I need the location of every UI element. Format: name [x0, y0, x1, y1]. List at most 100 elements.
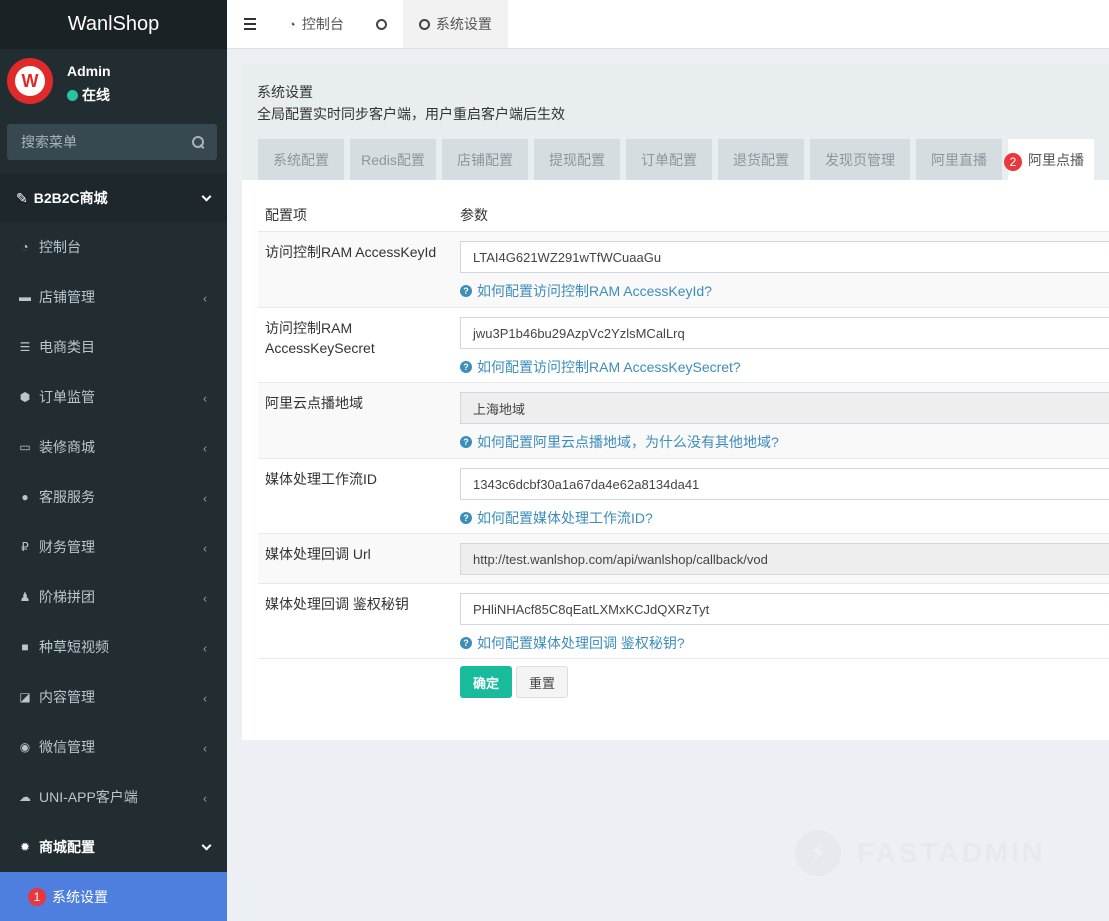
form-field-input[interactable]: http://test.wanlshop.com/api/wanlshop/ca…: [460, 543, 1109, 575]
question-circle-icon: ?: [460, 512, 472, 524]
sidebar-item-label: 内容管理: [39, 689, 95, 705]
dashboard-icon: ◔: [288, 16, 296, 32]
sidebar-item[interactable]: ● 客服服务 ‹: [0, 472, 227, 522]
menu-search-input[interactable]: 搜索菜单: [7, 124, 217, 160]
config-tab[interactable]: Redis配置: [350, 139, 436, 180]
help-link-text: 如何配置媒体处理回调 鉴权秘钥?: [477, 635, 685, 651]
list-icon: ☰: [19, 340, 31, 354]
sidebar-item[interactable]: ▭ 装修商城 ‹: [0, 422, 227, 472]
sidebar-item[interactable]: ◉ 微信管理 ‹: [0, 722, 227, 772]
cloud-icon: ☁: [19, 790, 31, 804]
config-tab[interactable]: 阿里直播: [916, 139, 1002, 180]
sidebar-item-label: 店铺管理: [39, 289, 95, 305]
sidebar-group-mall-config[interactable]: ✹ 商城配置: [0, 822, 227, 872]
sidebar-item-label: 电商类目: [39, 339, 95, 355]
sidebar-item[interactable]: ▬ 店铺管理 ‹: [0, 272, 227, 322]
tab-dashboard[interactable]: ◔ 控制台: [272, 0, 360, 48]
sidebar-item-label: 订单监管: [39, 389, 95, 405]
comments-icon: ●: [21, 490, 29, 504]
hamburger-menu-icon[interactable]: [227, 0, 272, 48]
chevron-left-icon: ‹: [203, 541, 207, 556]
sidebar-item-label: 微信管理: [39, 739, 95, 755]
page-subtitle: 全局配置实时同步客户端，用户重启客户端后生效: [257, 106, 565, 122]
form-field-input[interactable]: 上海地域: [460, 392, 1109, 424]
form-row: 媒体处理工作流ID 1343c6dcbf30a1a67da4e62a8134da4…: [258, 458, 1109, 533]
config-tab[interactable]: 提现配置: [534, 139, 620, 180]
sidebar-item-label: 种草短视频: [39, 639, 109, 655]
sidebar-item[interactable]: ☁ UNI-APP客户端 ‹: [0, 772, 227, 822]
config-tab-label: 订单配置: [641, 151, 697, 168]
top-nav: ◔ 控制台 系统设置: [227, 0, 1109, 49]
form-field-input[interactable]: 1343c6dcbf30a1a67da4e62a8134da41: [460, 468, 1109, 500]
form-row: 访问控制RAM AccessKeySecret jwu3P1b46bu29AzpV…: [258, 307, 1109, 382]
tab-blank[interactable]: [360, 0, 403, 48]
sidebar-item-system-settings[interactable]: 1 系统设置: [0, 872, 227, 921]
config-tab-label: 阿里直播: [931, 151, 987, 168]
config-tab[interactable]: 店铺配置: [442, 139, 528, 180]
config-tab-label: 系统配置: [273, 151, 329, 168]
sidebar-item[interactable]: ♟ 阶梯拼团 ‹: [0, 572, 227, 622]
sidebar-item-label: 阶梯拼团: [39, 589, 95, 605]
config-tab[interactable]: 发现页管理: [810, 139, 910, 180]
config-tab[interactable]: 系统配置: [258, 139, 344, 180]
online-dot-icon: [67, 89, 78, 101]
help-link-text: 如何配置访问控制RAM AccessKeyId?: [477, 283, 712, 299]
help-link[interactable]: ? 如何配置媒体处理回调 鉴权秘钥?: [460, 633, 685, 653]
menu-search-placeholder: 搜索菜单: [21, 134, 77, 150]
sidebar-item[interactable]: ☰ 电商类目: [0, 322, 227, 372]
chevron-left-icon: ‹: [203, 391, 207, 406]
config-tab[interactable]: 订单配置: [626, 139, 712, 180]
form-row-label: 媒体处理回调 鉴权秘钥: [265, 596, 409, 612]
form-field-input[interactable]: LTAI4G621WZ291wTfWCuaaGu: [460, 241, 1109, 273]
confirm-button[interactable]: 确定: [460, 666, 512, 698]
sidebar-item[interactable]: ◔ 控制台: [0, 222, 227, 272]
gear-icon: ✹: [19, 840, 31, 854]
form-field-input[interactable]: jwu3P1b46bu29AzpVc2YzlsMCalLrq: [460, 317, 1109, 349]
wanlshop-logo-icon: W: [15, 66, 45, 96]
form-row: 媒体处理回调 Url http://test.wanlshop.com/api/w…: [258, 533, 1109, 583]
users-icon: ♟: [19, 590, 31, 604]
form-row: 媒体处理回调 鉴权秘钥 PHliNHAcf85C8qEatLXMxKCJdQXRz…: [258, 583, 1109, 658]
search-icon[interactable]: [192, 135, 205, 149]
config-tab-label: 提现配置: [549, 151, 605, 168]
help-link-text: 如何配置媒体处理工作流ID?: [477, 510, 653, 526]
chevron-down-icon: [201, 191, 212, 202]
help-link[interactable]: ? 如何配置阿里云点播地域，为什么没有其他地域?: [460, 432, 779, 452]
help-link-text: 如何配置阿里云点播地域，为什么没有其他地域?: [477, 434, 779, 450]
sidebar-item[interactable]: ⬢ 订单监管 ‹: [0, 372, 227, 422]
sidebar-item[interactable]: ₽ 财务管理 ‹: [0, 522, 227, 572]
ruble-icon: ₽: [21, 540, 29, 554]
watermark: ⚡ FASTADMIN: [795, 830, 1045, 876]
help-link[interactable]: ? 如何配置访问控制RAM AccessKeySecret?: [460, 357, 741, 377]
chevron-left-icon: ‹: [203, 791, 207, 806]
config-tab[interactable]: 退货配置: [718, 139, 804, 180]
wechat-icon: ◉: [19, 740, 31, 754]
settings-panel: 系统设置 全局配置实时同步客户端，用户重启客户端后生效 系统配置 Redis配置 店…: [242, 64, 1109, 740]
help-link-text: 如何配置访问控制RAM AccessKeySecret?: [477, 359, 741, 375]
user-panel: W Admin 在线: [0, 49, 227, 115]
user-status: 在线: [67, 85, 110, 105]
sidebar-section-b2b2c[interactable]: ✎ B2B2C商城: [0, 174, 227, 222]
form-row-label: 访问控制RAM AccessKeyId: [265, 244, 437, 260]
form-field-input[interactable]: PHliNHAcf85C8qEatLXMxKCJdQXRzTyt: [460, 593, 1109, 625]
brand-logo[interactable]: WanlShop: [0, 0, 227, 49]
form-row-label: 媒体处理回调 Url: [265, 546, 371, 562]
help-link[interactable]: ? 如何配置访问控制RAM AccessKeyId?: [460, 281, 712, 301]
config-tab-label: Redis配置: [361, 151, 425, 168]
chevron-left-icon: ‹: [203, 691, 207, 706]
config-tab[interactable]: 2 阿里点播: [1004, 139, 1094, 180]
config-tab-label: 退货配置: [733, 151, 789, 168]
help-link[interactable]: ? 如何配置媒体处理工作流ID?: [460, 508, 653, 528]
sidebar-item[interactable]: ■ 种草短视频 ‹: [0, 622, 227, 672]
chevron-left-icon: ‹: [203, 441, 207, 456]
circle-icon: [418, 18, 430, 30]
reset-button[interactable]: 重置: [516, 666, 568, 698]
form-row-label: 访问控制RAM AccessKeySecret: [265, 320, 375, 356]
tab-system-settings[interactable]: 系统设置: [402, 0, 508, 48]
edit-icon: ◪: [19, 690, 31, 704]
sidebar-menu: ✎ B2B2C商城 ◔ 控制台 ▬ 店铺管理 ‹ ☰ 电商类目 ⬢ 订单监管 ‹ ▭ 装修商城 ‹ ● 客服…: [0, 174, 227, 921]
brand-name: WanlShop: [67, 13, 160, 35]
video-icon: ■: [21, 640, 29, 654]
config-tab-label: 店铺配置: [457, 151, 513, 168]
sidebar-item[interactable]: ◪ 内容管理 ‹: [0, 672, 227, 722]
